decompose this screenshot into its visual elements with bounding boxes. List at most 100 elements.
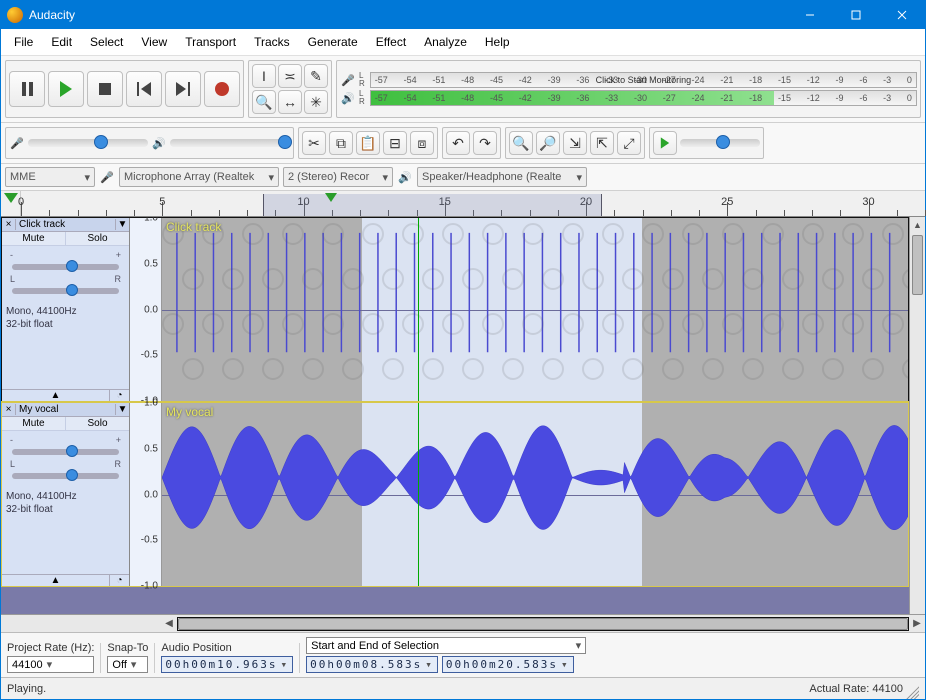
record-button[interactable]	[204, 71, 240, 107]
zoom-tool[interactable]: 🔍	[252, 90, 276, 114]
play-button[interactable]	[48, 71, 84, 107]
maximize-button[interactable]	[833, 1, 879, 29]
mic-icon: 🎤	[340, 72, 356, 88]
vertical-ruler[interactable]: 1.00.50.0-0.5-1.0	[130, 403, 162, 586]
audio-position[interactable]: 00h00m10.963s▾	[161, 656, 293, 673]
track-menu-button[interactable]: ▼	[115, 404, 129, 415]
menu-tracks[interactable]: Tracks	[245, 31, 299, 53]
waveform[interactable]: My vocal	[162, 403, 908, 586]
copy-button[interactable]: ⧉	[329, 131, 353, 155]
horizontal-scrollbar[interactable]: ◀ ▶	[1, 614, 925, 632]
mute-button[interactable]: Mute	[2, 417, 66, 430]
title-bar: Audacity	[1, 1, 925, 29]
tools-toolbar: I ≍ ✎ 🔍 ↔ ✳	[248, 60, 332, 118]
menu-view[interactable]: View	[132, 31, 176, 53]
collapse-button[interactable]: ▲	[2, 575, 109, 586]
menu-file[interactable]: File	[5, 31, 42, 53]
close-button[interactable]	[879, 1, 925, 29]
multi-tool[interactable]: ✳	[304, 90, 328, 114]
project-rate-combo[interactable]: 44100▾	[7, 656, 94, 673]
minimize-button[interactable]	[787, 1, 833, 29]
selection-end[interactable]: 00h00m20.583s▾	[442, 656, 574, 673]
cut-button[interactable]: ✂	[302, 131, 326, 155]
track-name[interactable]: My vocal	[16, 403, 115, 416]
waveform[interactable]: Click track	[162, 218, 908, 401]
timeshift-tool[interactable]: ↔	[278, 90, 302, 114]
solo-button[interactable]: Solo	[66, 417, 129, 430]
zoom-toggle-button[interactable]: ⤢	[617, 131, 641, 155]
redo-button[interactable]: ↷	[473, 131, 497, 155]
audio-host-combo[interactable]: MME▾	[5, 167, 95, 187]
vertical-ruler[interactable]: 1.00.50.0-0.5-1.0	[130, 218, 162, 401]
recording-channels-combo[interactable]: 2 (Stereo) Recor▾	[283, 167, 393, 187]
playback-meter[interactable]: -57-54-51-48-45-42-39-36-33-30-27-24-21-…	[370, 90, 917, 106]
track-format: Mono, 44100Hz	[6, 490, 125, 503]
play-meter-lr: LR	[359, 90, 365, 106]
solo-button[interactable]: Solo	[66, 232, 129, 245]
project-rate-label: Project Rate (Hz):	[7, 642, 94, 654]
skip-end-button[interactable]	[165, 71, 201, 107]
recording-volume-slider[interactable]	[28, 139, 148, 147]
rec-meter-lr: LR	[359, 72, 365, 88]
play-at-speed-button[interactable]	[653, 131, 677, 155]
menu-generate[interactable]: Generate	[299, 31, 367, 53]
collapse-button[interactable]: ▲	[2, 390, 109, 401]
zoom-in-button[interactable]: 🔍	[509, 131, 533, 155]
meter-toolbar: 🎤 LR -57-54-51-48-45-42-39-36-33-30-27-2…	[336, 60, 921, 118]
track-close-button[interactable]: ×	[2, 219, 16, 230]
undo-toolbar: ↶ ↷	[442, 127, 501, 159]
speaker-icon: 🔊	[397, 169, 413, 185]
pause-button[interactable]	[9, 71, 45, 107]
mute-button[interactable]: Mute	[2, 232, 66, 245]
mic-icon: 🎤	[99, 169, 115, 185]
fit-project-button[interactable]: ⇱	[590, 131, 614, 155]
clock-icon[interactable]: ◔	[109, 390, 129, 401]
tracks-area: × Click track ▼ Mute Solo -+ LR Mono, 44…	[1, 217, 925, 614]
menu-analyze[interactable]: Analyze	[415, 31, 476, 53]
menu-help[interactable]: Help	[476, 31, 519, 53]
undo-button[interactable]: ↶	[446, 131, 470, 155]
rec-volume-icon: 🎤	[9, 135, 25, 151]
selection-mode-combo[interactable]: Start and End of Selection▾	[306, 637, 586, 654]
clock-icon[interactable]: ◔	[109, 575, 129, 586]
resize-grip[interactable]	[903, 683, 919, 699]
playback-volume-slider[interactable]	[170, 139, 290, 147]
menu-select[interactable]: Select	[81, 31, 132, 53]
vertical-scrollbar[interactable]: ▲ ▼	[909, 217, 925, 614]
track-name[interactable]: Click track	[16, 218, 115, 231]
paste-button[interactable]: 📋	[356, 131, 380, 155]
pan-slider[interactable]	[12, 288, 119, 294]
envelope-tool[interactable]: ≍	[278, 64, 302, 88]
silence-button[interactable]: ⧈	[410, 131, 434, 155]
track-close-button[interactable]: ×	[2, 404, 16, 415]
play-speed-slider[interactable]	[680, 139, 760, 147]
snap-to-label: Snap-To	[107, 642, 148, 654]
track-bit: 32-bit float	[6, 318, 125, 331]
device-toolbar: MME▾ 🎤 Microphone Array (Realtek▾ 2 (Ste…	[1, 164, 925, 191]
track-menu-button[interactable]: ▼	[115, 219, 129, 230]
status-right: Actual Rate: 44100	[809, 683, 903, 695]
menu-effect[interactable]: Effect	[367, 31, 415, 53]
gain-slider[interactable]	[12, 264, 119, 270]
pin-marker-icon	[4, 193, 18, 203]
snap-to-combo[interactable]: Off▾	[107, 656, 148, 673]
menu-edit[interactable]: Edit	[42, 31, 81, 53]
watermark	[162, 218, 908, 401]
audio-position-label: Audio Position	[161, 642, 293, 654]
track-format: Mono, 44100Hz	[6, 305, 125, 318]
trim-button[interactable]: ⊟	[383, 131, 407, 155]
selection-tool[interactable]: I	[252, 64, 276, 88]
skip-start-button[interactable]	[126, 71, 162, 107]
pan-slider[interactable]	[12, 473, 119, 479]
timeline-ruler[interactable]: 051015202530	[1, 191, 925, 217]
gain-slider[interactable]	[12, 449, 119, 455]
draw-tool[interactable]: ✎	[304, 64, 328, 88]
menu-transport[interactable]: Transport	[176, 31, 245, 53]
stop-button[interactable]	[87, 71, 123, 107]
playback-device-combo[interactable]: Speaker/Headphone (Realte▾	[417, 167, 587, 187]
selection-start[interactable]: 00h00m08.583s▾	[306, 656, 438, 673]
zoom-out-button[interactable]: 🔎	[536, 131, 560, 155]
recording-meter[interactable]: -57-54-51-48-45-42-39-36-33-30-27-24-21-…	[370, 72, 917, 88]
recording-device-combo[interactable]: Microphone Array (Realtek▾	[119, 167, 279, 187]
fit-selection-button[interactable]: ⇲	[563, 131, 587, 155]
